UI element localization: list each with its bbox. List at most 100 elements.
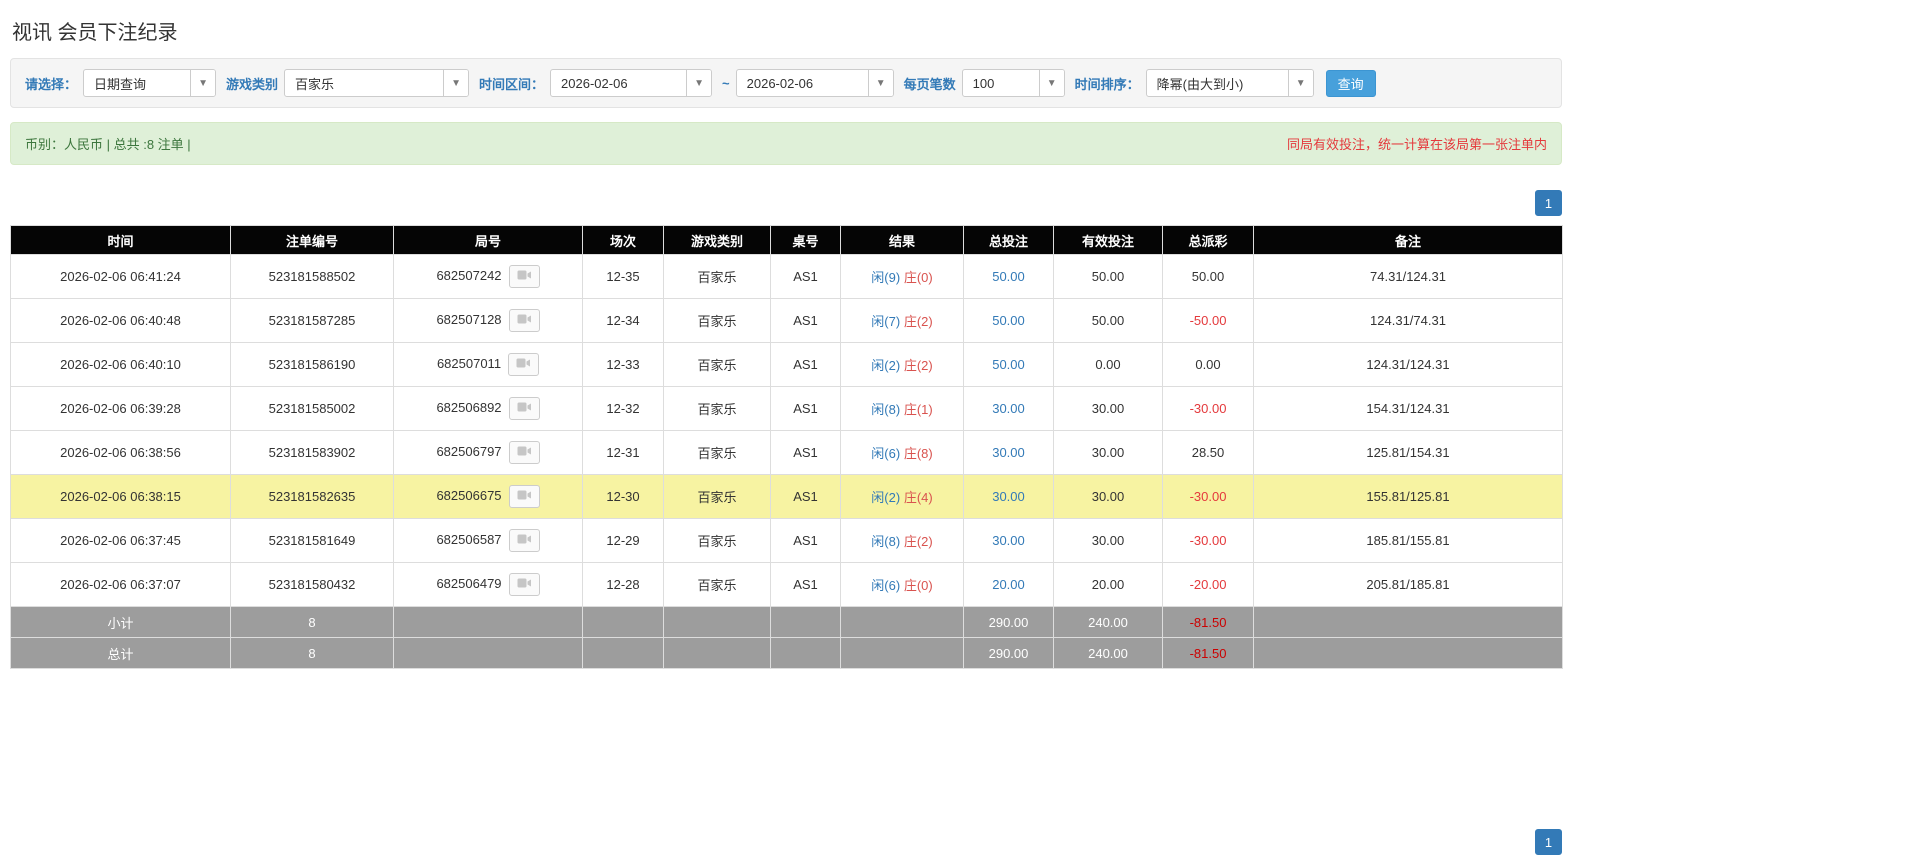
result-player: 闲(7) — [871, 314, 901, 329]
cell-payout: 0.00 — [1162, 342, 1254, 387]
page-size-select[interactable]: 100 ▼ — [961, 69, 1065, 97]
total-bet-link[interactable]: 50.00 — [992, 357, 1025, 372]
result-banker: 庄(0) — [903, 270, 933, 285]
table-row: 2026-02-06 06:41:24 523181588502 682507242… — [10, 254, 1563, 299]
video-replay-button[interactable] — [508, 265, 540, 288]
video-replay-button[interactable] — [508, 441, 540, 464]
result-banker: 庄(1) — [903, 402, 933, 417]
chevron-down-icon[interactable]: ▼ — [867, 70, 893, 96]
total-row: 总计 8 290.00 240.00 -81.50 — [10, 637, 1563, 669]
total-bet-link[interactable]: 20.00 — [992, 577, 1025, 592]
cell-session: 12-31 — [582, 430, 664, 475]
subtotal-count: 8 — [230, 606, 394, 638]
subtotal-total-bet: 290.00 — [963, 606, 1054, 638]
cell-remark: 154.31/124.31 — [1253, 386, 1563, 431]
total-bet-link[interactable]: 30.00 — [992, 489, 1025, 504]
cell-time: 2026-02-06 06:37:45 — [10, 518, 231, 563]
cell-valid-bet: 30.00 — [1053, 518, 1163, 563]
cell-payout: -30.00 — [1162, 474, 1254, 519]
video-replay-button[interactable] — [508, 353, 540, 376]
cell-session: 12-35 — [582, 254, 664, 299]
cell-bet-id: 523181586190 — [230, 342, 394, 387]
game-type-select[interactable]: 百家乐 ▼ — [284, 69, 470, 97]
col-table: 桌号 — [770, 225, 841, 255]
chevron-down-icon[interactable]: ▼ — [686, 70, 712, 96]
chevron-down-icon[interactable]: ▼ — [1038, 70, 1064, 96]
cell-result: 闲(2) 庄(4) — [840, 474, 964, 519]
cell-bet-id: 523181582635 — [230, 474, 394, 519]
search-button[interactable]: 查询 — [1325, 69, 1376, 97]
date-to-value: 2026-02-06 — [746, 75, 814, 91]
date-from-select[interactable]: 2026-02-06 ▼ — [550, 69, 713, 97]
cell-time: 2026-02-06 06:40:48 — [10, 298, 231, 343]
page-size-value: 100 — [972, 75, 995, 91]
page-1-button[interactable]: 1 — [1535, 829, 1562, 855]
pagination-top: 1 — [10, 190, 1562, 216]
video-replay-button[interactable] — [508, 397, 540, 420]
subtotal-label: 小计 — [10, 606, 231, 638]
video-replay-button[interactable] — [508, 485, 540, 508]
cell-total-bet: 30.00 — [963, 474, 1054, 519]
table-header: 时间 注单编号 局号 场次 游戏类别 桌号 结果 总投注 有效投注 总派彩 备注 — [10, 225, 1563, 255]
cell-payout: -30.00 — [1162, 386, 1254, 431]
video-icon — [517, 269, 532, 284]
col-remark: 备注 — [1253, 225, 1563, 255]
col-round-id: 局号 — [393, 225, 583, 255]
date-to-select[interactable]: 2026-02-06 ▼ — [735, 69, 894, 97]
round-id-text: 682507011 — [436, 355, 502, 371]
cell-remark: 185.81/155.81 — [1253, 518, 1563, 563]
sort-label: 时间排序： — [1074, 76, 1140, 92]
cell-round-id: 682506587 — [393, 518, 583, 563]
cell-remark: 125.81/154.31 — [1253, 430, 1563, 475]
cell-session: 12-33 — [582, 342, 664, 387]
cell-bet-id: 523181585002 — [230, 386, 394, 431]
subtotal-valid-bet: 240.00 — [1053, 606, 1163, 638]
cell-table: AS1 — [770, 474, 841, 519]
cell-session: 12-29 — [582, 518, 664, 563]
cell-table: AS1 — [770, 430, 841, 475]
chevron-down-icon[interactable]: ▼ — [190, 70, 216, 96]
filter-bar: 请选择： 日期查询 ▼ 游戏类别 百家乐 ▼ 时间区间： 2026-02-06 … — [10, 58, 1562, 108]
cell-total-bet: 30.00 — [963, 386, 1054, 431]
video-replay-button[interactable] — [508, 309, 540, 332]
table-footer: 小计 8 290.00 240.00 -81.50 总计 8 290.00 24… — [10, 606, 1563, 669]
video-replay-button[interactable] — [508, 573, 540, 596]
cell-valid-bet: 0.00 — [1053, 342, 1163, 387]
cell-remark: 205.81/185.81 — [1253, 562, 1563, 607]
payout-value: -30.00 — [1189, 401, 1227, 416]
cell-table: AS1 — [770, 342, 841, 387]
table-body: 2026-02-06 06:41:24 523181588502 682507242… — [10, 254, 1563, 607]
payout-value: 50.00 — [1191, 269, 1225, 284]
query-type-select[interactable]: 日期查询 ▼ — [83, 69, 217, 97]
chevron-down-icon[interactable]: ▼ — [1287, 70, 1313, 96]
page-1-button[interactable]: 1 — [1535, 190, 1562, 216]
result-banker: 庄(2) — [903, 358, 933, 373]
cell-payout: 50.00 — [1162, 254, 1254, 299]
cell-bet-id: 523181580432 — [230, 562, 394, 607]
page-title: 视讯 会员下注纪录 — [12, 22, 178, 44]
total-bet-link[interactable]: 50.00 — [992, 313, 1025, 328]
payout-value: -50.00 — [1189, 313, 1227, 328]
cell-total-bet: 20.00 — [963, 562, 1054, 607]
total-bet-link[interactable]: 30.00 — [992, 445, 1025, 460]
cell-valid-bet: 30.00 — [1053, 474, 1163, 519]
cell-game-type: 百家乐 — [663, 474, 771, 519]
video-replay-button[interactable] — [508, 529, 540, 552]
cell-bet-id: 523181583902 — [230, 430, 394, 475]
select-type-label: 请选择： — [25, 76, 78, 92]
total-bet-link[interactable]: 30.00 — [992, 533, 1025, 548]
round-id-text: 682507128 — [436, 311, 502, 327]
total-bet-link[interactable]: 50.00 — [992, 269, 1025, 284]
cell-remark: 124.31/124.31 — [1253, 342, 1563, 387]
round-id-text: 682506479 — [436, 575, 502, 591]
col-game-type: 游戏类别 — [663, 225, 771, 255]
total-valid-bet: 240.00 — [1053, 637, 1163, 669]
total-bet-link[interactable]: 30.00 — [992, 401, 1025, 416]
payout-value: -20.00 — [1189, 577, 1227, 592]
sort-select[interactable]: 降幂(由大到小) ▼ — [1145, 69, 1314, 97]
cell-payout: -50.00 — [1162, 298, 1254, 343]
video-icon — [517, 445, 532, 460]
cell-round-id: 682507242 — [393, 254, 583, 299]
cell-result: 闲(6) 庄(8) — [840, 430, 964, 475]
chevron-down-icon[interactable]: ▼ — [443, 70, 469, 96]
